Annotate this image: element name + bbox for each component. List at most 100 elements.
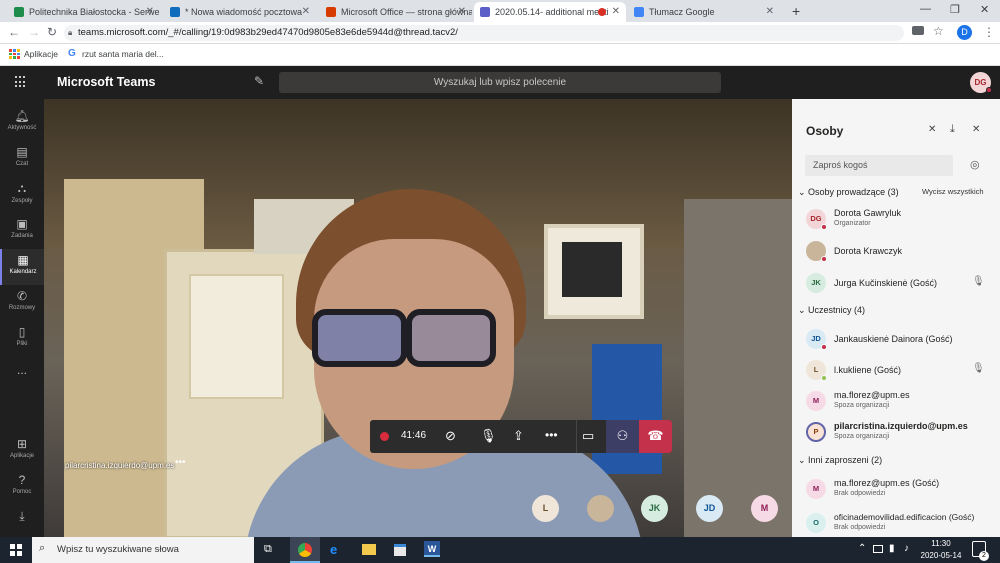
- participant-row[interactable]: JD Jankauskienė Dainora (Gość): [792, 324, 1000, 354]
- rail-item-calendar[interactable]: ▦ Kalendarz: [0, 249, 44, 285]
- browser-tab-active[interactable]: 2020.05.14- additional meeti ✕: [474, 2, 626, 22]
- browser-tab[interactable]: * Nowa wiadomość pocztowa ✕: [164, 2, 316, 22]
- bookmark-link[interactable]: rzut santa maria del...: [82, 49, 164, 59]
- rail-item-apps[interactable]: ⊞ Aplikacje: [0, 433, 44, 469]
- rail-label: Zadania: [11, 233, 33, 239]
- chat-button[interactable]: ▭: [582, 428, 594, 444]
- file-explorer-icon[interactable]: [362, 544, 376, 555]
- maximize-icon[interactable]: ❐: [950, 3, 960, 16]
- section-header-attendees[interactable]: ⌄ Uczestnicy (4): [798, 305, 865, 316]
- taskbar-chrome[interactable]: [290, 537, 320, 563]
- section-header-invited[interactable]: ⌄ Inni zaproszeni (2): [798, 455, 882, 466]
- mute-all-link[interactable]: Wycisz wszystkich: [922, 187, 984, 196]
- edge-icon[interactable]: e: [330, 542, 337, 557]
- download-icon: ⤓: [19, 509, 25, 523]
- back-icon[interactable]: ←: [8, 25, 20, 39]
- bookmark-apps[interactable]: Aplikacje: [24, 49, 58, 59]
- tab-title: Microsoft Office — strona główna: [341, 7, 472, 17]
- participant-row[interactable]: M ma.florez@upm.es (Gość) Brak odpowiedz…: [792, 474, 1000, 504]
- participant-avatar: JK: [806, 273, 826, 293]
- rail-item-files[interactable]: ▯ Pliki: [0, 321, 44, 357]
- participant-role: Spoza organizacji: [834, 402, 890, 409]
- unpin-icon[interactable]: ✕: [928, 124, 936, 135]
- teams-app-rail: 🔔︎ Aktywność ▤ Czat ⛬ Zespoły ▣ Zadania ▦ Kal…: [0, 99, 44, 537]
- rail-item-tasks[interactable]: ▣ Zadania: [0, 213, 44, 249]
- chevron-down-icon: ⌄: [798, 455, 809, 465]
- section-header-presenters[interactable]: ⌄ Osoby prowadzące (3): [798, 187, 899, 198]
- close-window-icon[interactable]: ✕: [980, 3, 989, 16]
- section-title: Osoby prowadzące (3): [808, 187, 899, 197]
- participant-row[interactable]: DG Dorota Gawryluk Organizator: [792, 204, 1000, 234]
- camera-icon[interactable]: [912, 26, 924, 35]
- camera-off-button[interactable]: ⊘: [445, 428, 456, 444]
- teams-header: Microsoft Teams ✎ Wyszukaj lub wpisz pol…: [0, 66, 1000, 99]
- status-dot: [821, 344, 827, 350]
- more-actions-button[interactable]: •••: [545, 428, 558, 442]
- browser-tab[interactable]: Microsoft Office — strona główna ✕: [320, 2, 472, 22]
- rail-item-download[interactable]: ⤓: [0, 505, 44, 541]
- rail-item-chat[interactable]: ▤ Czat: [0, 141, 44, 177]
- compose-icon[interactable]: ✎: [254, 74, 264, 88]
- close-tab-icon[interactable]: ✕: [766, 6, 774, 17]
- participant-avatar[interactable]: JD: [696, 495, 723, 522]
- participant-avatar[interactable]: M: [751, 495, 778, 522]
- star-icon[interactable]: ☆: [933, 24, 944, 38]
- taskbar-search-input[interactable]: ⌕ Wpisz tu wyszukiwane słowa: [32, 537, 254, 563]
- share-screen-button[interactable]: ⇪: [513, 428, 524, 444]
- close-tab-icon[interactable]: ✕: [612, 6, 620, 17]
- windows-start-icon[interactable]: [10, 544, 22, 556]
- participant-role: Brak odpowiedzi: [834, 490, 886, 497]
- browser-tab[interactable]: Tłumacz Google ✕: [628, 2, 780, 22]
- rail-label: Czat: [15, 161, 29, 167]
- clock-date[interactable]: 2020-05-14: [918, 551, 964, 560]
- forward-icon[interactable]: →: [28, 25, 40, 39]
- microphone-button[interactable]: 🎙︎: [480, 428, 497, 444]
- close-tab-icon[interactable]: ✕: [302, 6, 310, 17]
- volume-icon[interactable]: ♪: [904, 543, 909, 554]
- participant-row[interactable]: O oficinademovilidad.edificacion (Gość) …: [792, 508, 1000, 537]
- browser-tab[interactable]: Politechnika Białostocka - Serwer ✕: [8, 2, 160, 22]
- store-icon[interactable]: [394, 544, 406, 556]
- browser-menu-icon[interactable]: ⋮: [983, 25, 995, 39]
- participants-button[interactable]: ⚇: [606, 420, 639, 453]
- app-launcher-icon[interactable]: [15, 76, 27, 88]
- eye-icon[interactable]: ◎: [970, 158, 980, 171]
- profile-avatar[interactable]: D: [957, 25, 972, 40]
- rail-item-help[interactable]: ? Pomoc: [0, 469, 44, 505]
- word-icon[interactable]: W: [424, 541, 440, 557]
- rail-item-activity[interactable]: 🔔︎ Aktywność: [0, 105, 44, 141]
- rail-item-teams[interactable]: ⛬ Zespoły: [0, 177, 44, 213]
- participant-avatar[interactable]: JK: [641, 495, 668, 522]
- invite-input[interactable]: Zaproś kogoś: [805, 155, 953, 176]
- close-tab-icon[interactable]: ✕: [146, 6, 154, 17]
- network-icon[interactable]: ▮: [889, 543, 895, 554]
- download-icon[interactable]: ⤓: [950, 123, 955, 136]
- clock-time[interactable]: 11:30: [918, 539, 964, 548]
- close-panel-icon[interactable]: ✕: [972, 124, 980, 135]
- participant-name: pilarcristina.izquierdo@upm.es: [834, 421, 968, 431]
- rail-item-calls[interactable]: ✆ Rozmowy: [0, 285, 44, 321]
- tray-chevron-icon[interactable]: ⌃: [858, 543, 866, 554]
- participant-row[interactable]: Dorota Krawczyk: [792, 236, 1000, 266]
- participant-row[interactable]: L l.kukliene (Gość) 🎙︎: [792, 355, 1000, 385]
- hang-up-button[interactable]: ☎: [639, 420, 672, 453]
- close-tab-icon[interactable]: ✕: [458, 6, 466, 17]
- url-field[interactable]: 🔒︎ teams.microsoft.com/_#/calling/19:0d9…: [64, 25, 904, 41]
- reload-icon[interactable]: ↻: [47, 25, 57, 39]
- participant-row[interactable]: M ma.florez@upm.es Spoza organizacji: [792, 386, 1000, 416]
- battery-icon[interactable]: [873, 545, 883, 553]
- participant-avatar-photo[interactable]: [587, 495, 614, 522]
- participant-row[interactable]: P pilarcristina.izquierdo@upm.es Spoza o…: [792, 417, 1000, 447]
- search-input[interactable]: Wyszukaj lub wpisz polecenie: [279, 72, 721, 93]
- status-dot: [821, 224, 827, 230]
- rail-item-more[interactable]: ...: [0, 359, 44, 395]
- minimize-icon[interactable]: —: [920, 3, 931, 15]
- more-options-icon[interactable]: •••: [175, 457, 186, 468]
- new-tab-icon[interactable]: +: [792, 3, 800, 19]
- glasses-left: [312, 309, 407, 367]
- participant-row[interactable]: JK Jurga Kučinskienė (Gość) 🎙︎: [792, 268, 1000, 298]
- participant-name: Dorota Gawryluk: [834, 208, 902, 218]
- task-view-icon[interactable]: ⧉: [264, 543, 272, 556]
- participant-avatar[interactable]: L: [532, 495, 559, 522]
- files-icon: ▯: [18, 325, 26, 339]
